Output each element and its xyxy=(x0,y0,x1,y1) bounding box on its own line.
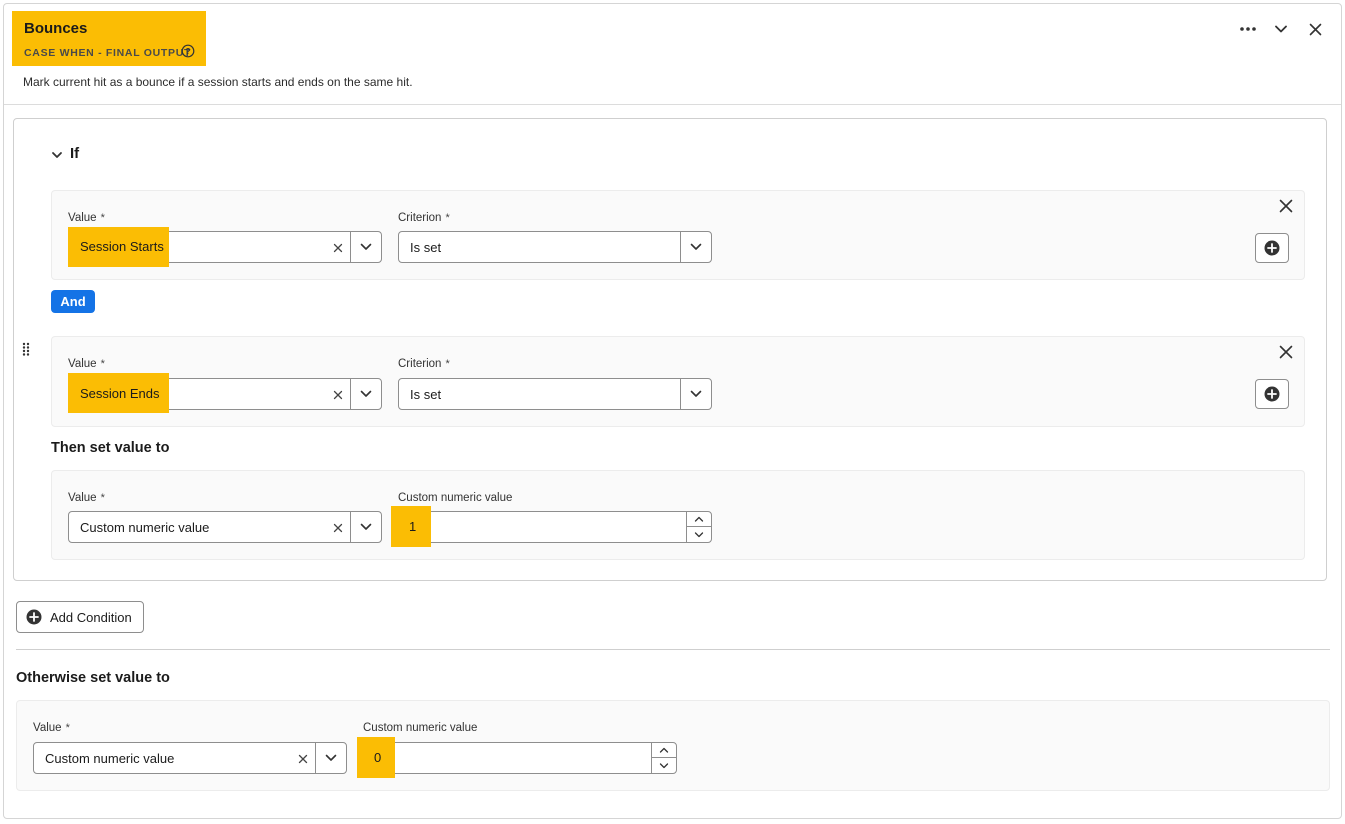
otherwise-custom-number-input[interactable] xyxy=(363,742,677,774)
then-custom-value-text: 1 xyxy=(409,519,417,534)
svg-text:?: ? xyxy=(185,46,190,56)
remove-condition-1-icon[interactable] xyxy=(1279,199,1295,215)
otherwise-custom-value-text: 0 xyxy=(374,750,382,765)
condition-1-value-text: Session Starts xyxy=(80,239,164,254)
clear-icon[interactable] xyxy=(331,388,345,402)
otherwise-custom-label: Custom numeric value xyxy=(363,722,478,734)
chevron-down-icon[interactable] xyxy=(681,232,711,262)
more-options-icon[interactable] xyxy=(1237,18,1259,40)
if-label: If xyxy=(70,145,80,162)
condition-2-criterion-text: Is set xyxy=(410,387,442,402)
panel-subtitle: CASE WHEN - FINAL OUTPUT xyxy=(24,47,192,59)
help-icon[interactable]: ? xyxy=(181,44,195,58)
clear-icon[interactable] xyxy=(331,241,345,255)
then-custom-label: Custom numeric value xyxy=(398,492,513,504)
if-collapse-chevron-icon[interactable] xyxy=(51,147,65,161)
otherwise-value-label: Value * xyxy=(33,722,70,734)
clear-icon[interactable] xyxy=(331,521,345,535)
then-value-text: Custom numeric value xyxy=(80,520,210,535)
add-nested-condition-1-button[interactable] xyxy=(1255,233,1289,263)
section-divider xyxy=(16,649,1330,650)
then-value-label: Value * xyxy=(68,492,105,504)
otherwise-value-combobox[interactable]: Custom numeric value xyxy=(33,742,347,774)
drag-handle-icon[interactable] xyxy=(22,342,30,356)
then-section-title: Then set value to xyxy=(51,440,170,456)
add-circle-icon xyxy=(1264,386,1280,402)
otherwise-section-title: Otherwise set value to xyxy=(16,670,170,686)
and-operator-button[interactable]: And xyxy=(51,290,95,313)
chevron-down-icon[interactable] xyxy=(351,512,381,542)
condition-2-criterion-combobox[interactable]: Is set xyxy=(398,378,712,410)
chevron-down-icon[interactable] xyxy=(351,379,381,409)
panel-description: Mark current hit as a bounce if a sessio… xyxy=(23,75,413,89)
close-panel-icon[interactable] xyxy=(1304,18,1326,40)
chevron-down-icon[interactable] xyxy=(351,232,381,262)
remove-condition-2-icon[interactable] xyxy=(1279,345,1295,361)
chevron-down-icon[interactable] xyxy=(681,379,711,409)
chevron-down-icon[interactable] xyxy=(316,743,346,773)
add-circle-icon xyxy=(1264,240,1280,256)
condition-2-value-label: Value * xyxy=(68,358,105,370)
add-nested-condition-2-button[interactable] xyxy=(1255,379,1289,409)
stepper-down-icon[interactable] xyxy=(687,527,711,542)
stepper-up-icon[interactable] xyxy=(652,743,676,758)
add-condition-button[interactable]: Add Condition xyxy=(16,601,144,633)
collapse-chevron-icon[interactable] xyxy=(1270,18,1292,40)
clear-icon[interactable] xyxy=(296,752,310,766)
add-condition-label: Add Condition xyxy=(50,609,132,625)
condition-1-criterion-label: Criterion * xyxy=(398,212,450,224)
condition-1-criterion-combobox[interactable]: Is set xyxy=(398,231,712,263)
add-circle-icon xyxy=(26,609,42,625)
otherwise-value-text: Custom numeric value xyxy=(45,751,175,766)
header-divider xyxy=(4,104,1341,105)
then-custom-number-input[interactable] xyxy=(398,511,712,543)
condition-1-value-label: Value * xyxy=(68,212,105,224)
stepper-down-icon[interactable] xyxy=(652,758,676,773)
condition-2-value-text: Session Ends xyxy=(80,386,160,401)
panel-title: Bounces xyxy=(24,20,88,37)
condition-2-criterion-label: Criterion * xyxy=(398,358,450,370)
stepper-up-icon[interactable] xyxy=(687,512,711,527)
then-value-combobox[interactable]: Custom numeric value xyxy=(68,511,382,543)
condition-1-criterion-text: Is set xyxy=(410,240,442,255)
